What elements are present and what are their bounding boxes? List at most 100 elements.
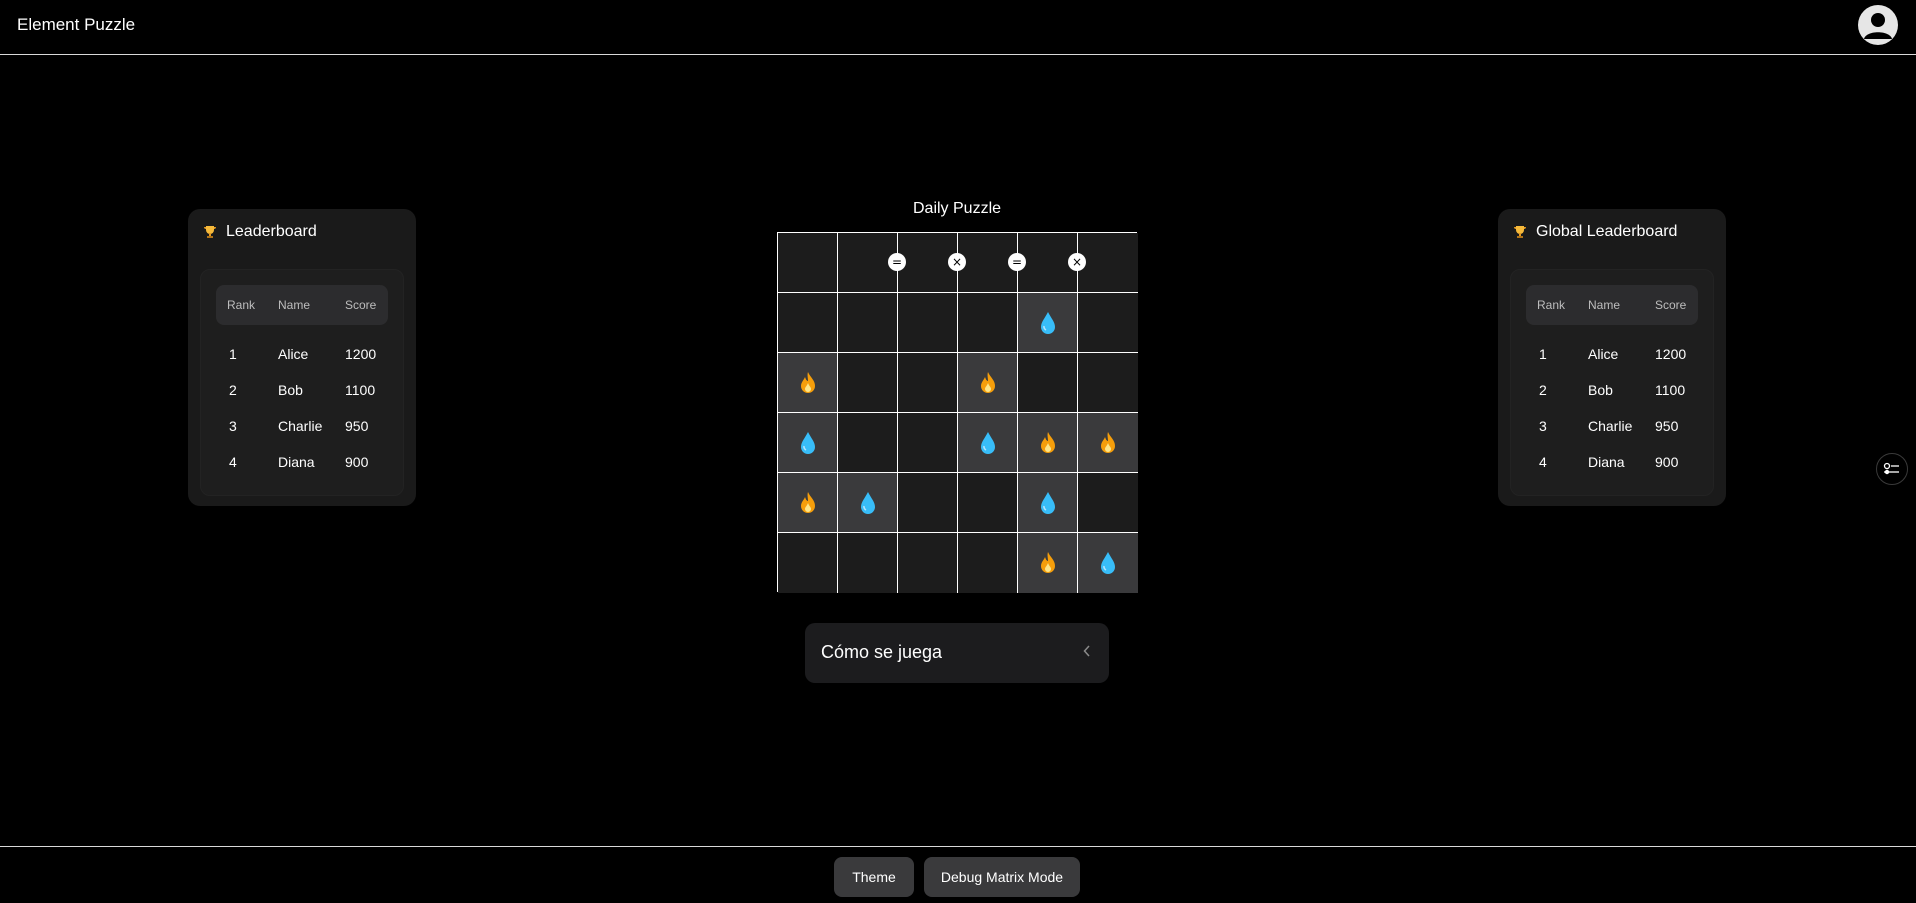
settings-list-icon <box>1883 462 1899 475</box>
leaderboard-header: Leaderboard <box>202 223 317 241</box>
grid-cell[interactable] <box>1078 413 1138 473</box>
grid-cell[interactable] <box>958 293 1018 353</box>
puzzle-title: Daily Puzzle <box>912 200 1002 217</box>
grid-cell[interactable] <box>1018 413 1078 473</box>
debug-matrix-mode-button[interactable]: Debug Matrix Mode <box>924 857 1080 897</box>
water-icon <box>1040 311 1055 334</box>
table-row: 1 Alice 1200 <box>1526 340 1698 370</box>
grid-cell[interactable] <box>958 353 1018 413</box>
top-bar: Element Puzzle <box>0 0 1916 55</box>
name-cell: Diana <box>278 454 315 470</box>
theme-button[interactable]: Theme <box>834 857 914 897</box>
fire-icon <box>980 371 995 393</box>
grid-cell[interactable] <box>838 353 898 413</box>
grid-cell[interactable] <box>778 533 838 593</box>
grid-cell[interactable] <box>1018 353 1078 413</box>
grid-cell[interactable] <box>958 413 1018 473</box>
water-icon <box>800 431 815 454</box>
trophy-icon <box>1514 226 1526 238</box>
grid-cell[interactable] <box>1018 293 1078 353</box>
table-row: 2 Bob 1100 <box>216 376 388 406</box>
fire-icon <box>1040 552 1055 573</box>
grid-cell[interactable] <box>898 473 958 533</box>
user-avatar-icon[interactable] <box>1858 5 1898 45</box>
grid-cell[interactable] <box>1018 473 1078 533</box>
table-row: 4 Diana 900 <box>1526 448 1698 478</box>
global-leaderboard-header: Global Leaderboard <box>1512 223 1677 241</box>
grid-cell[interactable] <box>838 293 898 353</box>
table-row: 2 Bob 1100 <box>1526 376 1698 406</box>
opposite-constraint-icon: × <box>1068 253 1086 271</box>
rank-cell: 2 <box>229 382 237 398</box>
grid-cell[interactable] <box>958 473 1018 533</box>
fire-icon <box>1101 431 1115 453</box>
table-row: 3 Charlie 950 <box>1526 412 1698 442</box>
chevron-left-icon[interactable] <box>1083 645 1091 657</box>
score-cell: 1100 <box>345 382 376 398</box>
fire-icon <box>800 491 815 513</box>
grid-cell[interactable] <box>838 413 898 473</box>
rank-cell: 1 <box>229 346 237 362</box>
opposite-constraint-icon: × <box>948 253 966 271</box>
name-cell: Bob <box>1588 382 1613 398</box>
fire-icon <box>800 371 815 393</box>
name-cell: Charlie <box>1588 418 1633 434</box>
grid-cell[interactable] <box>1078 233 1138 293</box>
score-cell: 900 <box>345 454 369 470</box>
column-name: Name <box>1588 298 1621 312</box>
water-icon <box>980 431 995 454</box>
grid-cell[interactable] <box>1078 473 1138 533</box>
trophy-icon <box>204 226 216 238</box>
grid-cell[interactable] <box>778 233 838 293</box>
rank-cell: 4 <box>229 454 237 470</box>
rank-cell: 2 <box>1539 382 1547 398</box>
grid-cell[interactable] <box>778 473 838 533</box>
name-cell: Alice <box>278 346 309 362</box>
equal-constraint-icon: = <box>1008 253 1026 271</box>
grid-cell[interactable] <box>778 413 838 473</box>
global-leaderboard-panel: Global Leaderboard Rank Name Score 1 Ali… <box>1498 209 1726 506</box>
rank-cell: 4 <box>1539 454 1547 470</box>
score-cell: 900 <box>1655 454 1679 470</box>
water-icon <box>1101 552 1115 574</box>
table-row: 3 Charlie 950 <box>216 412 388 442</box>
column-name: Name <box>278 298 311 312</box>
water-icon <box>860 491 875 514</box>
rank-cell: 1 <box>1539 346 1547 362</box>
rank-cell: 3 <box>1539 418 1547 434</box>
grid-cell[interactable] <box>898 533 958 593</box>
puzzle-grid: = × = × <box>777 232 1138 593</box>
global-leaderboard-title: Global Leaderboard <box>1536 223 1678 240</box>
grid-cell[interactable] <box>778 293 838 353</box>
grid-cell[interactable] <box>898 293 958 353</box>
equal-constraint-icon: = <box>888 253 906 271</box>
table-row: 4 Diana 900 <box>216 448 388 478</box>
global-leaderboard-table: Rank Name Score 1 Alice 1200 2 Bob 1100 … <box>1510 269 1714 496</box>
grid-cell[interactable] <box>1078 353 1138 413</box>
fire-icon <box>1040 431 1055 453</box>
leaderboard-panel: Leaderboard Rank Name Score 1 Alice 1200… <box>188 209 416 506</box>
score-cell: 1200 <box>1655 346 1687 362</box>
grid-cell[interactable] <box>1018 533 1078 593</box>
grid-cell[interactable] <box>778 353 838 413</box>
score-cell: 950 <box>1655 418 1679 434</box>
grid-cell[interactable] <box>838 473 898 533</box>
grid-cell[interactable] <box>898 413 958 473</box>
column-rank: Rank <box>227 298 256 312</box>
score-cell: 1200 <box>345 346 377 362</box>
name-cell: Charlie <box>278 418 323 434</box>
settings-list-button[interactable] <box>1876 453 1908 485</box>
table-row: 1 Alice 1200 <box>216 340 388 370</box>
app-root: Element Puzzle Leaderboard Rank Name Sco… <box>0 0 1916 903</box>
column-rank: Rank <box>1537 298 1566 312</box>
table-header: Rank Name Score <box>216 285 388 325</box>
grid-cell[interactable] <box>1078 533 1138 593</box>
name-cell: Diana <box>1588 454 1625 470</box>
score-cell: 950 <box>345 418 369 434</box>
grid-cell[interactable] <box>898 353 958 413</box>
grid-cell[interactable] <box>838 533 898 593</box>
water-icon <box>1040 491 1055 514</box>
grid-cell[interactable] <box>1078 293 1138 353</box>
how-to-play-accordion[interactable]: Cómo se juega <box>805 623 1109 683</box>
grid-cell[interactable] <box>958 533 1018 593</box>
